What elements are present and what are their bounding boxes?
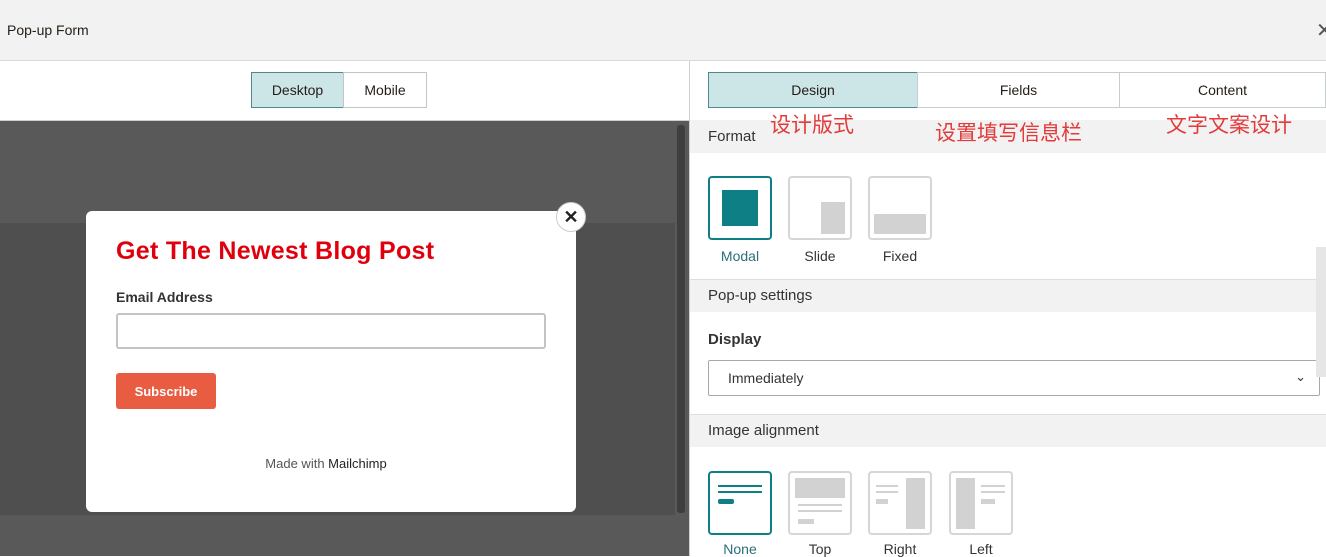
alignment-label-none: None — [723, 541, 757, 557]
align-top-icon — [795, 478, 845, 524]
tab-design[interactable]: Design — [708, 72, 918, 108]
align-right-icon — [876, 478, 925, 529]
alignment-label-left: Left — [969, 541, 993, 557]
align-none-icon — [718, 485, 762, 504]
align-left-icon — [956, 478, 1005, 529]
title-bar: Pop-up Form ✕ — [0, 0, 1326, 61]
alignment-option-top[interactable] — [788, 471, 852, 535]
window-title: Pop-up Form — [7, 22, 89, 38]
popup-close-icon[interactable]: ✕ — [556, 202, 586, 232]
slide-format-icon — [821, 202, 845, 234]
email-label: Email Address — [116, 289, 213, 305]
settings-panel: Design Fields Content Format 设计版式 设置填写信息… — [690, 61, 1326, 557]
format-label-slide: Slide — [804, 248, 836, 264]
popup-modal: ✕ Get The Newest Blog Post Email Address… — [86, 202, 586, 512]
display-select-value: Immediately — [728, 370, 804, 386]
tab-mobile[interactable]: Mobile — [343, 72, 427, 108]
format-label-modal: Modal — [720, 248, 760, 264]
popup-heading: Get The Newest Blog Post — [116, 237, 435, 265]
section-popup-settings: Pop-up settings — [690, 279, 1326, 312]
display-select[interactable]: Immediately ⌄ — [708, 360, 1320, 396]
subscribe-button[interactable]: Subscribe — [116, 373, 216, 409]
alignment-option-none[interactable] — [708, 471, 772, 535]
alignment-label-top: Top — [808, 541, 832, 557]
section-format-title: Format — [708, 128, 756, 145]
section-popup-settings-title: Pop-up settings — [708, 287, 813, 304]
annotation-design: 设计版式 — [770, 113, 854, 137]
alignment-option-right[interactable] — [868, 471, 932, 535]
preview-pane: Desktop Mobile ✕ Get The Newest Blog Pos… — [0, 61, 689, 556]
annotation-content: 文字文案设计 — [1166, 113, 1292, 137]
settings-scrollbar[interactable] — [1316, 247, 1326, 377]
made-with-label: Made with — [265, 456, 325, 471]
format-option-modal[interactable] — [708, 176, 772, 240]
chevron-down-icon: ⌄ — [1295, 369, 1306, 384]
fixed-format-icon — [874, 214, 926, 234]
tab-content[interactable]: Content — [1119, 72, 1326, 108]
section-image-alignment: Image alignment — [690, 414, 1326, 447]
close-icon[interactable]: ✕ — [1316, 18, 1326, 43]
tab-desktop[interactable]: Desktop — [251, 72, 344, 108]
email-field[interactable] — [116, 313, 546, 349]
preview-scrollbar[interactable] — [677, 125, 685, 513]
display-label: Display — [708, 331, 762, 348]
annotation-fields: 设置填写信息栏 — [935, 121, 1082, 145]
preview-canvas: ✕ Get The Newest Blog Post Email Address… — [0, 120, 689, 556]
modal-format-icon — [722, 190, 758, 226]
format-label-fixed: Fixed — [882, 248, 918, 264]
alignment-label-right: Right — [883, 541, 917, 557]
section-image-alignment-title: Image alignment — [708, 422, 819, 439]
alignment-option-left[interactable] — [949, 471, 1013, 535]
tab-fields[interactable]: Fields — [917, 72, 1120, 108]
format-option-fixed[interactable] — [868, 176, 932, 240]
format-option-slide[interactable] — [788, 176, 852, 240]
made-with-text: Made with Mailchimp — [86, 456, 566, 471]
mailchimp-brand: Mailchimp — [328, 456, 387, 471]
